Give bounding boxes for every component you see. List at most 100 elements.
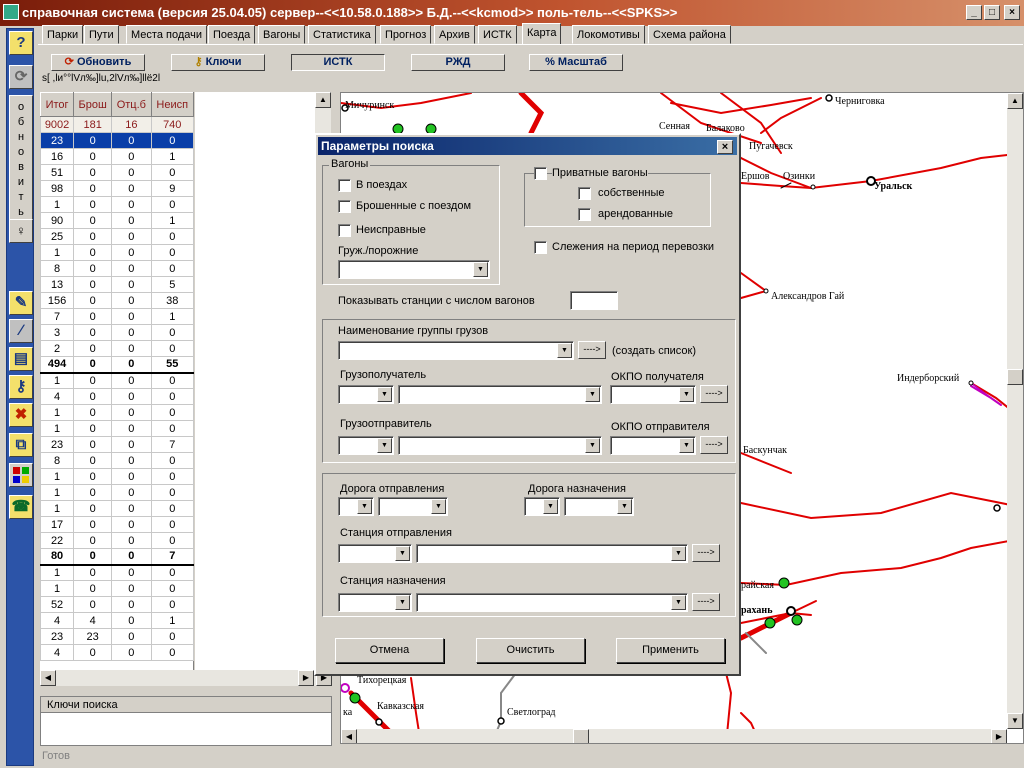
tab-istk[interactable]: ИСТК bbox=[478, 25, 517, 44]
table-cell[interactable]: 0 bbox=[111, 612, 152, 629]
table-cell[interactable]: 80 bbox=[39, 548, 75, 566]
cancel-button[interactable]: Отмена bbox=[335, 638, 444, 663]
minimize-button[interactable]: _ bbox=[966, 5, 982, 20]
table-cell[interactable]: 0 bbox=[73, 532, 113, 549]
table-cell[interactable]: 0 bbox=[73, 356, 113, 374]
table-cell[interactable]: 0 bbox=[73, 180, 113, 197]
table-cell[interactable]: 55 bbox=[150, 356, 194, 374]
table-cell[interactable]: 0 bbox=[73, 260, 113, 277]
table-cell[interactable]: 23 bbox=[39, 436, 75, 453]
table-row[interactable]: 52 0 0 0 bbox=[39, 596, 194, 613]
table-row[interactable]: 156 0 0 38 bbox=[39, 292, 194, 309]
station-from-button[interactable]: ----> bbox=[692, 544, 720, 562]
table-cell[interactable]: 0 bbox=[73, 196, 113, 213]
table-cell[interactable]: 1 bbox=[150, 212, 194, 229]
faulty-checkbox[interactable] bbox=[338, 224, 351, 237]
table-cell[interactable]: 8 bbox=[39, 260, 75, 277]
table-cell[interactable]: 0 bbox=[111, 340, 152, 357]
table-cell[interactable]: 4 bbox=[39, 612, 75, 629]
table-cell[interactable]: 0 bbox=[150, 228, 194, 245]
station-from-select[interactable]: ▼ bbox=[416, 544, 688, 563]
table-row[interactable]: 1000 bbox=[39, 500, 194, 517]
table-row[interactable]: 13 0 0 5 bbox=[39, 276, 194, 293]
table-row[interactable]: 80 0 0 7 bbox=[39, 548, 194, 566]
table-cell[interactable]: 0 bbox=[73, 484, 113, 501]
table-cell[interactable]: 0 bbox=[111, 388, 152, 405]
tab-archive[interactable]: Архив bbox=[434, 25, 475, 44]
scroll-left-icon[interactable]: ◀ bbox=[40, 670, 56, 686]
okpo-shipper-button[interactable]: ----> bbox=[700, 436, 728, 454]
table-cell[interactable]: 9002 bbox=[39, 116, 75, 133]
table-cell[interactable]: 0 bbox=[150, 260, 194, 277]
table-cell[interactable]: 1 bbox=[39, 468, 75, 485]
table-cell[interactable]: 0 bbox=[111, 420, 152, 437]
table-row[interactable]: 494 0 0 55 bbox=[39, 356, 194, 374]
refresh-button[interactable]: ⟳ Обновить bbox=[51, 54, 145, 71]
table-row[interactable]: 1000 bbox=[39, 468, 194, 485]
phone-icon[interactable]: ☎ bbox=[9, 495, 33, 519]
table-cell[interactable]: 0 bbox=[73, 228, 113, 245]
tab-tracks[interactable]: Пути bbox=[84, 25, 119, 44]
table-cell[interactable]: 1 bbox=[39, 372, 75, 389]
table-cell[interactable]: 0 bbox=[111, 324, 152, 341]
road-from-code-select[interactable]: ▼ bbox=[338, 497, 374, 516]
consignee-select[interactable]: ▼ bbox=[398, 385, 602, 404]
table-cell[interactable]: 740 bbox=[150, 116, 194, 133]
table-cell[interactable]: 0 bbox=[73, 404, 113, 421]
table-cell[interactable]: 0 bbox=[150, 404, 194, 421]
table-cell[interactable]: 0 bbox=[111, 516, 152, 533]
table-row[interactable]: 16 0 0 1 bbox=[39, 148, 194, 165]
table-row[interactable]: 1000 bbox=[39, 404, 194, 421]
map-hscroll-thumb[interactable] bbox=[573, 729, 589, 743]
table-row[interactable]: 1000 bbox=[39, 580, 194, 597]
table-cell[interactable]: 0 bbox=[111, 196, 152, 213]
private-checkbox[interactable] bbox=[534, 167, 547, 180]
table-cell[interactable]: 0 bbox=[150, 564, 194, 581]
table-cell[interactable]: 0 bbox=[111, 276, 152, 293]
eraser-icon[interactable]: ✎ bbox=[9, 291, 33, 315]
road-from-select[interactable]: ▼ bbox=[378, 497, 448, 516]
table-cell[interactable]: 0 bbox=[73, 468, 113, 485]
colors-icon[interactable] bbox=[9, 463, 33, 487]
table-cell[interactable]: 0 bbox=[111, 468, 152, 485]
table-cell[interactable]: 1 bbox=[150, 148, 194, 165]
table-cell[interactable]: 0 bbox=[73, 644, 113, 661]
table-cell[interactable]: 1 bbox=[39, 564, 75, 581]
scroll-up-icon[interactable]: ▲ bbox=[315, 92, 331, 108]
table-row[interactable]: 7001 bbox=[39, 308, 194, 325]
tab-supply-places[interactable]: Места подачи bbox=[126, 25, 207, 44]
table-row[interactable]: 1000 bbox=[39, 372, 194, 389]
table-cell[interactable]: 0 bbox=[73, 164, 113, 181]
table-row[interactable]: 25 0 0 0 bbox=[39, 228, 194, 245]
table-cell[interactable]: 181 bbox=[73, 116, 113, 133]
map-scroll-up-icon[interactable]: ▲ bbox=[1007, 93, 1023, 109]
tab-wagons[interactable]: Вагоны bbox=[258, 25, 306, 44]
column-header[interactable]: Итог bbox=[39, 92, 75, 117]
table-row[interactable]: 8000 bbox=[39, 452, 194, 469]
table-cell[interactable]: 0 bbox=[73, 340, 113, 357]
table-cell[interactable]: 0 bbox=[111, 292, 152, 309]
table-cell[interactable]: 52 bbox=[39, 596, 75, 613]
table-cell[interactable]: 90 bbox=[39, 212, 75, 229]
grid-horizontal-scrollbar[interactable]: ◀ ▶ ▶ bbox=[40, 670, 332, 686]
tab-trains[interactable]: Поезда bbox=[208, 25, 256, 44]
table-cell[interactable]: 0 bbox=[111, 436, 152, 453]
table-cell[interactable]: 1 bbox=[150, 612, 194, 629]
clear-button[interactable]: Очистить bbox=[476, 638, 585, 663]
table-cell[interactable]: 0 bbox=[111, 628, 152, 645]
table-cell[interactable]: 0 bbox=[73, 132, 113, 149]
table-cell[interactable]: 23 bbox=[73, 628, 113, 645]
scroll-right-icon[interactable]: ▶ bbox=[298, 670, 314, 686]
table-cell[interactable]: 2 bbox=[39, 340, 75, 357]
cargo-list-button[interactable]: ----> bbox=[578, 341, 606, 359]
table-cell[interactable]: 0 bbox=[73, 244, 113, 261]
table-cell[interactable]: 13 bbox=[39, 276, 75, 293]
table-cell[interactable]: 0 bbox=[150, 164, 194, 181]
tab-parks[interactable]: Парки bbox=[42, 25, 84, 44]
map-scroll-right-icon[interactable]: ▶ bbox=[991, 729, 1007, 743]
table-cell[interactable]: 0 bbox=[73, 436, 113, 453]
consignee-code-select[interactable]: ▼ bbox=[338, 385, 394, 404]
table-cell[interactable]: 0 bbox=[111, 596, 152, 613]
table-cell[interactable]: 0 bbox=[73, 580, 113, 597]
abandoned-checkbox[interactable] bbox=[338, 200, 351, 213]
